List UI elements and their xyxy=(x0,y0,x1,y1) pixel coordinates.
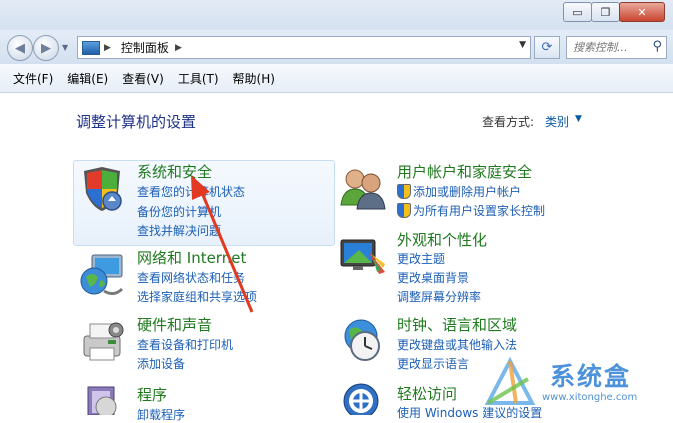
title-bar: ▭ ❐ ✕ xyxy=(0,0,673,30)
forward-button[interactable]: ▶ xyxy=(33,35,59,61)
link-parental-controls[interactable]: 为所有用户设置家长控制 xyxy=(413,202,545,219)
link-backup-computer[interactable]: 备份您的计算机 xyxy=(137,203,221,220)
back-arrow-icon: ◀ xyxy=(15,40,25,56)
link-troubleshoot[interactable]: 查找并解决问题 xyxy=(137,222,221,239)
category-network-internet[interactable]: 网络和 Internet xyxy=(137,247,246,268)
category-system-security[interactable]: 系统和安全 xyxy=(137,161,212,182)
programs-icon xyxy=(87,386,117,415)
search-box[interactable]: ⚲ xyxy=(566,36,667,59)
forward-arrow-icon: ▶ xyxy=(41,40,51,56)
appearance-monitor-icon xyxy=(340,239,385,274)
user-accounts-icon xyxy=(340,169,386,210)
category-appearance[interactable]: 外观和个性化 xyxy=(397,229,487,250)
watermark-url: www.xitonghe.com xyxy=(542,392,638,403)
search-icon[interactable]: ⚲ xyxy=(652,39,662,54)
watermark-logo-icon xyxy=(484,356,536,405)
uac-shield-icon xyxy=(397,184,411,199)
menu-bar: 文件(F) 编辑(E) 查看(V) 工具(T) 帮助(H) xyxy=(0,64,673,93)
category-user-accounts[interactable]: 用户帐户和家庭安全 xyxy=(397,161,532,182)
breadcrumb-separator-icon[interactable]: ▶ xyxy=(104,43,111,53)
link-homegroup-sharing[interactable]: 选择家庭组和共享选项 xyxy=(137,288,257,305)
restore-button[interactable]: ❐ xyxy=(591,2,620,22)
search-input[interactable] xyxy=(571,40,647,55)
menu-view[interactable]: 查看(V) xyxy=(122,70,164,87)
recent-pages-dropdown[interactable]: ▼ xyxy=(62,43,68,52)
uac-shield-icon xyxy=(397,203,411,218)
printer-icon xyxy=(83,322,124,361)
link-change-display-language[interactable]: 更改显示语言 xyxy=(397,355,469,372)
close-button[interactable]: ✕ xyxy=(619,2,665,22)
address-bar[interactable]: ▶ 控制面板 ▶ ▼ xyxy=(77,36,531,59)
breadcrumb-control-panel[interactable]: 控制面板 xyxy=(121,39,169,56)
watermark-logo: 系统盒 www.xitonghe.com xyxy=(480,353,670,413)
clock-globe-icon xyxy=(344,319,380,361)
ease-of-access-icon xyxy=(343,383,379,415)
view-by-label: 查看方式: xyxy=(482,115,535,129)
page-title: 调整计算机的设置 xyxy=(76,113,197,131)
link-add-device[interactable]: 添加设备 xyxy=(137,355,185,372)
window-controls: ▭ ❐ ✕ xyxy=(563,2,665,22)
link-change-input-method[interactable]: 更改键盘或其他输入法 xyxy=(397,336,517,353)
menu-help[interactable]: 帮助(H) xyxy=(233,70,275,87)
minimize-button[interactable]: ▭ xyxy=(563,2,592,22)
shield-icon xyxy=(84,167,122,211)
network-globe-icon xyxy=(80,254,124,296)
menu-edit[interactable]: 编辑(E) xyxy=(67,70,108,87)
menu-tools[interactable]: 工具(T) xyxy=(178,70,219,87)
back-button[interactable]: ◀ xyxy=(7,35,33,61)
breadcrumb-separator-icon[interactable]: ▶ xyxy=(175,43,182,53)
link-change-theme[interactable]: 更改主题 xyxy=(397,250,445,267)
refresh-button[interactable]: ⟳ xyxy=(534,36,560,59)
category-programs[interactable]: 程序 xyxy=(137,384,167,405)
link-network-status[interactable]: 查看网络状态和任务 xyxy=(137,269,245,286)
address-history-dropdown[interactable]: ▼ xyxy=(519,40,526,50)
control-panel-content: 调整计算机的设置 查看方式: 类别 ▼ 系统和安全 查看您的计算机状态 备份您的… xyxy=(0,93,673,422)
link-devices-printers[interactable]: 查看设备和打印机 xyxy=(137,336,233,353)
control-panel-icon xyxy=(82,40,100,55)
link-adjust-resolution[interactable]: 调整屏幕分辨率 xyxy=(397,288,481,305)
view-by-dropdown[interactable]: 类别 xyxy=(545,113,569,130)
chevron-down-icon[interactable]: ▼ xyxy=(575,114,582,124)
menu-file[interactable]: 文件(F) xyxy=(13,70,53,87)
address-toolbar: ◀ ▶ ▼ ▶ 控制面板 ▶ ▼ ⟳ ⚲ xyxy=(0,30,673,64)
refresh-icon: ⟳ xyxy=(541,40,553,55)
watermark-name: 系统盒 xyxy=(550,362,632,391)
category-clock-language-region[interactable]: 时钟、语言和区域 xyxy=(397,314,517,335)
category-ease-of-access[interactable]: 轻松访问 xyxy=(397,383,457,404)
category-hardware-sound[interactable]: 硬件和声音 xyxy=(137,314,212,335)
link-add-remove-accounts[interactable]: 添加或删除用户帐户 xyxy=(413,183,521,200)
link-view-computer-status[interactable]: 查看您的计算机状态 xyxy=(137,183,245,200)
link-change-desktop-background[interactable]: 更改桌面背景 xyxy=(397,269,469,286)
